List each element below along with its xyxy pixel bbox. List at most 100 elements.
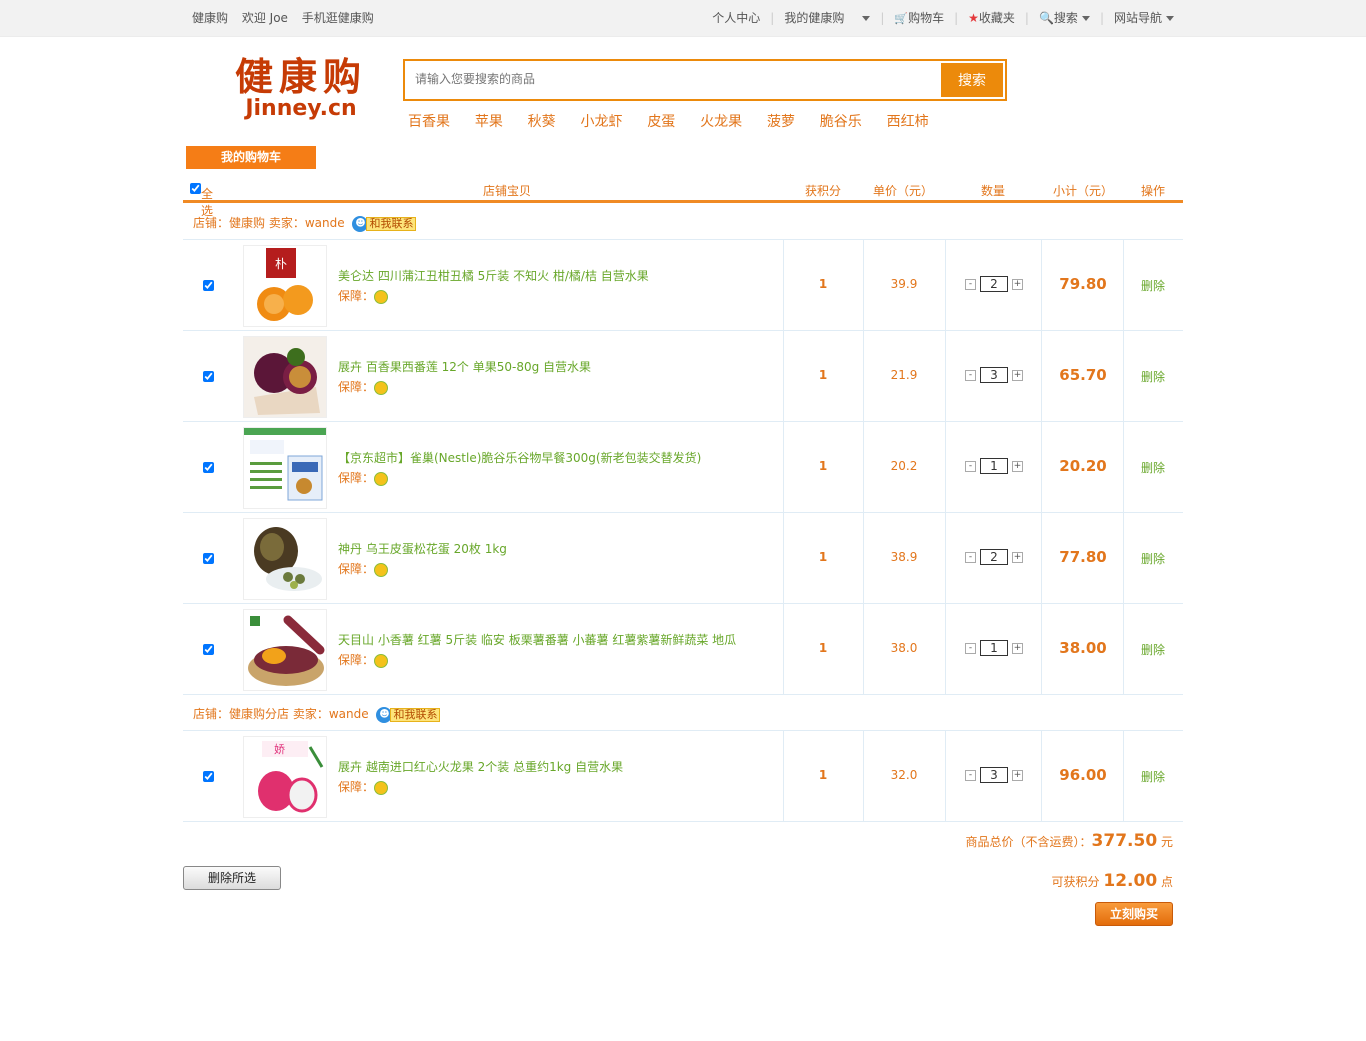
cart-row: 展卉 百香果西番莲 12个 单果50-80g 自营水果 保障： 1 21.9 -…: [183, 331, 1183, 422]
divider: |: [1024, 11, 1029, 25]
divider: [1041, 604, 1042, 694]
quantity-input[interactable]: 2: [980, 276, 1008, 292]
logo[interactable]: 健康购 Jinney.cn: [231, 55, 371, 121]
search-input[interactable]: [407, 63, 937, 95]
divider: |: [954, 11, 959, 25]
contact-seller-button[interactable]: ☻ 和我联系: [352, 215, 417, 232]
decrease-button[interactable]: -: [965, 369, 976, 381]
divider: [863, 331, 864, 421]
item-checkbox[interactable]: [203, 462, 214, 473]
site-nav-menu[interactable]: 网站导航: [1114, 0, 1174, 36]
search-menu[interactable]: 🔍搜索: [1039, 0, 1090, 36]
select-all-checkbox[interactable]: [190, 183, 201, 194]
my-account-label: 我的健康购: [784, 11, 845, 25]
decrease-button[interactable]: -: [965, 769, 976, 781]
hot-keyword[interactable]: 苹果: [475, 114, 503, 130]
search-button[interactable]: 搜索: [941, 63, 1003, 97]
divider: |: [770, 11, 775, 25]
divider: [863, 513, 864, 603]
delete-link[interactable]: 删除: [1141, 550, 1165, 567]
item-checkbox[interactable]: [203, 771, 214, 782]
item-checkbox[interactable]: [203, 644, 214, 655]
quantity-input[interactable]: 2: [980, 549, 1008, 565]
divider: [1123, 604, 1124, 694]
favorites-link[interactable]: ★收藏夹: [968, 0, 1015, 36]
delete-link[interactable]: 删除: [1141, 277, 1165, 294]
search-icon: 🔍: [1038, 11, 1054, 25]
hot-keyword[interactable]: 脆谷乐: [820, 114, 862, 130]
item-title[interactable]: 神丹 乌王皮蛋松花蛋 20枚 1kg: [338, 540, 507, 557]
quantity-input[interactable]: 1: [980, 640, 1008, 656]
dragon-fruit-image[interactable]: 娇: [243, 736, 327, 818]
header: 健康购 Jinney.cn 搜索 百香果 苹果 秋葵 小龙虾 皮蛋 火龙果 菠萝…: [183, 37, 1183, 145]
increase-button[interactable]: +: [1012, 769, 1023, 781]
delete-selected-button[interactable]: 删除所选: [183, 866, 281, 890]
century-egg-image[interactable]: [243, 518, 327, 600]
item-checkbox[interactable]: [203, 371, 214, 382]
cart-row: 天目山 小香薯 红薯 5斤装 临安 板栗薯番薯 小蕃薯 红薯紫薯新鲜蔬菜 地瓜 …: [183, 604, 1183, 695]
cart-link[interactable]: 🛒购物车: [894, 0, 944, 37]
item-subtotal: 20.20: [1059, 457, 1107, 475]
increase-button[interactable]: +: [1012, 278, 1023, 290]
delete-link[interactable]: 删除: [1141, 459, 1165, 476]
item-title[interactable]: 展卉 百香果西番莲 12个 单果50-80g 自营水果: [338, 358, 591, 375]
quantity-input[interactable]: 1: [980, 458, 1008, 474]
hot-keyword[interactable]: 菠萝: [767, 114, 795, 130]
item-checkbox[interactable]: [203, 553, 214, 564]
decrease-button[interactable]: -: [965, 551, 976, 563]
item-title[interactable]: 展卉 越南进口红心火龙果 2个装 总重约1kg 自营水果: [338, 758, 623, 775]
my-account-menu[interactable]: 我的健康购: [784, 0, 871, 36]
hot-keyword[interactable]: 火龙果: [700, 114, 742, 130]
header-points: 获积分: [805, 184, 842, 198]
hot-keyword[interactable]: 皮蛋: [647, 114, 675, 130]
hot-keyword[interactable]: 百香果: [408, 114, 450, 130]
item-subtotal: 77.80: [1059, 548, 1107, 566]
hot-keywords: 百香果 苹果 秋葵 小龙虾 皮蛋 火龙果 菠萝 脆谷乐 西红柿: [408, 111, 950, 131]
select-all[interactable]: 全选: [190, 181, 213, 218]
divider: [783, 240, 784, 330]
quantity-input[interactable]: 3: [980, 367, 1008, 383]
delete-link[interactable]: 删除: [1141, 368, 1165, 385]
increase-button[interactable]: +: [1012, 551, 1023, 563]
increase-button[interactable]: +: [1012, 369, 1023, 381]
item-subtotal: 65.70: [1059, 366, 1107, 384]
divider: [945, 731, 946, 821]
item-title[interactable]: 【京东超市】雀巢(Nestle)脆谷乐谷物早餐300g(新老包装交替发货): [338, 449, 701, 466]
item-checkbox[interactable]: [203, 280, 214, 291]
orange-image[interactable]: 朴: [243, 245, 327, 327]
shop-name[interactable]: 店铺：健康购: [193, 216, 265, 230]
hot-keyword[interactable]: 秋葵: [528, 114, 556, 130]
mobile-link[interactable]: 手机逛健康购: [302, 11, 374, 25]
cart-row: 神丹 乌王皮蛋松花蛋 20枚 1kg 保障： 1 38.9 -2 + 77.80 …: [183, 513, 1183, 604]
site-nav-label: 网站导航: [1113, 11, 1162, 25]
passion-fruit-image[interactable]: [243, 336, 327, 418]
decrease-button[interactable]: -: [965, 278, 976, 290]
item-title[interactable]: 美仑达 四川蒲江丑柑丑橘 5斤装 不知火 柑/橘/桔 自营水果: [338, 267, 649, 284]
cereal-box-image[interactable]: [243, 427, 327, 509]
guarantee-icon: [374, 380, 389, 395]
seller-name: 卖家：wande: [268, 216, 345, 230]
decrease-button[interactable]: -: [965, 460, 976, 472]
contact-seller-button[interactable]: ☻ 和我联系: [376, 706, 441, 723]
personal-center-link[interactable]: 个人中心: [712, 0, 760, 36]
quantity-input[interactable]: 3: [980, 767, 1008, 783]
hot-keyword[interactable]: 小龙虾: [580, 114, 622, 130]
item-title[interactable]: 天目山 小香薯 红薯 5斤装 临安 板栗薯番薯 小蕃薯 红薯紫薯新鲜蔬菜 地瓜: [338, 631, 736, 648]
header-subtotal: 小计（元）: [1053, 184, 1114, 198]
favorites-label: 收藏夹: [978, 11, 1015, 25]
item-price: 21.9: [890, 368, 918, 382]
increase-button[interactable]: +: [1012, 642, 1023, 654]
buy-now-button[interactable]: 立刻购买: [1095, 902, 1173, 926]
shop-name[interactable]: 店铺：健康购分店: [193, 707, 289, 721]
cart-tab[interactable]: 我的购物车: [186, 146, 316, 169]
quantity-stepper: -3 +: [965, 767, 1023, 783]
sweet-potato-image[interactable]: [243, 609, 327, 691]
guarantee: 保障：: [338, 287, 389, 304]
site-home-link[interactable]: 健康购: [192, 11, 228, 25]
increase-button[interactable]: +: [1012, 460, 1023, 472]
delete-link[interactable]: 删除: [1141, 768, 1165, 785]
guarantee: 保障：: [338, 778, 389, 795]
delete-link[interactable]: 删除: [1141, 641, 1165, 658]
decrease-button[interactable]: -: [965, 642, 976, 654]
hot-keyword[interactable]: 西红柿: [887, 114, 929, 130]
